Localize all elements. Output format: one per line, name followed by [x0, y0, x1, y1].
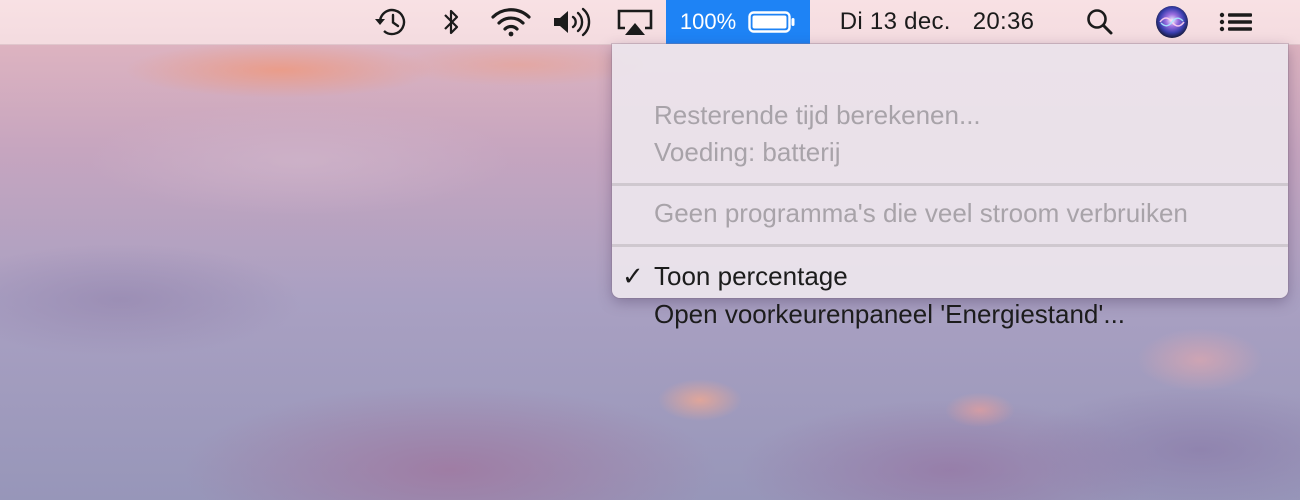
bluetooth-icon[interactable] — [436, 0, 466, 44]
airplay-icon[interactable] — [614, 0, 656, 44]
search-icon[interactable] — [1082, 0, 1118, 44]
wifi-icon[interactable] — [488, 0, 534, 44]
checkmark-icon: ✓ — [622, 261, 644, 291]
battery-icon — [748, 11, 795, 33]
battery-status-item[interactable]: 100% — [666, 0, 810, 44]
show-percentage-item[interactable]: ✓ Toon percentage — [612, 257, 1288, 295]
menu-separator — [612, 183, 1288, 186]
clock-date: Di 13 dec. — [839, 8, 951, 35]
siri-icon[interactable] — [1152, 0, 1192, 44]
open-energy-preferences-item[interactable]: Open voorkeurenpaneel 'Energiestand'... — [612, 295, 1288, 333]
menu-bar: 100% Di 13 dec. 20:36 — [0, 0, 1300, 45]
time-machine-icon[interactable] — [370, 0, 412, 44]
clock[interactable]: Di 13 dec. 20:36 — [826, 0, 1048, 44]
menu-separator — [612, 244, 1288, 247]
battery-dropdown-menu: Resterende tijd berekenen... Voeding: ba… — [612, 44, 1288, 329]
battery-percentage: 100% — [679, 9, 737, 34]
clock-time: 20:36 — [972, 8, 1035, 35]
energy-apps-item: Geen programma's die veel stroom verbrui… — [654, 198, 1188, 228]
volume-icon[interactable] — [550, 0, 596, 44]
show-percentage-label: Toon percentage — [654, 261, 848, 291]
remaining-time-item: Resterende tijd berekenen... — [654, 100, 981, 130]
list-icon[interactable] — [1216, 0, 1256, 44]
power-source-item: Voeding: batterij — [654, 137, 841, 167]
